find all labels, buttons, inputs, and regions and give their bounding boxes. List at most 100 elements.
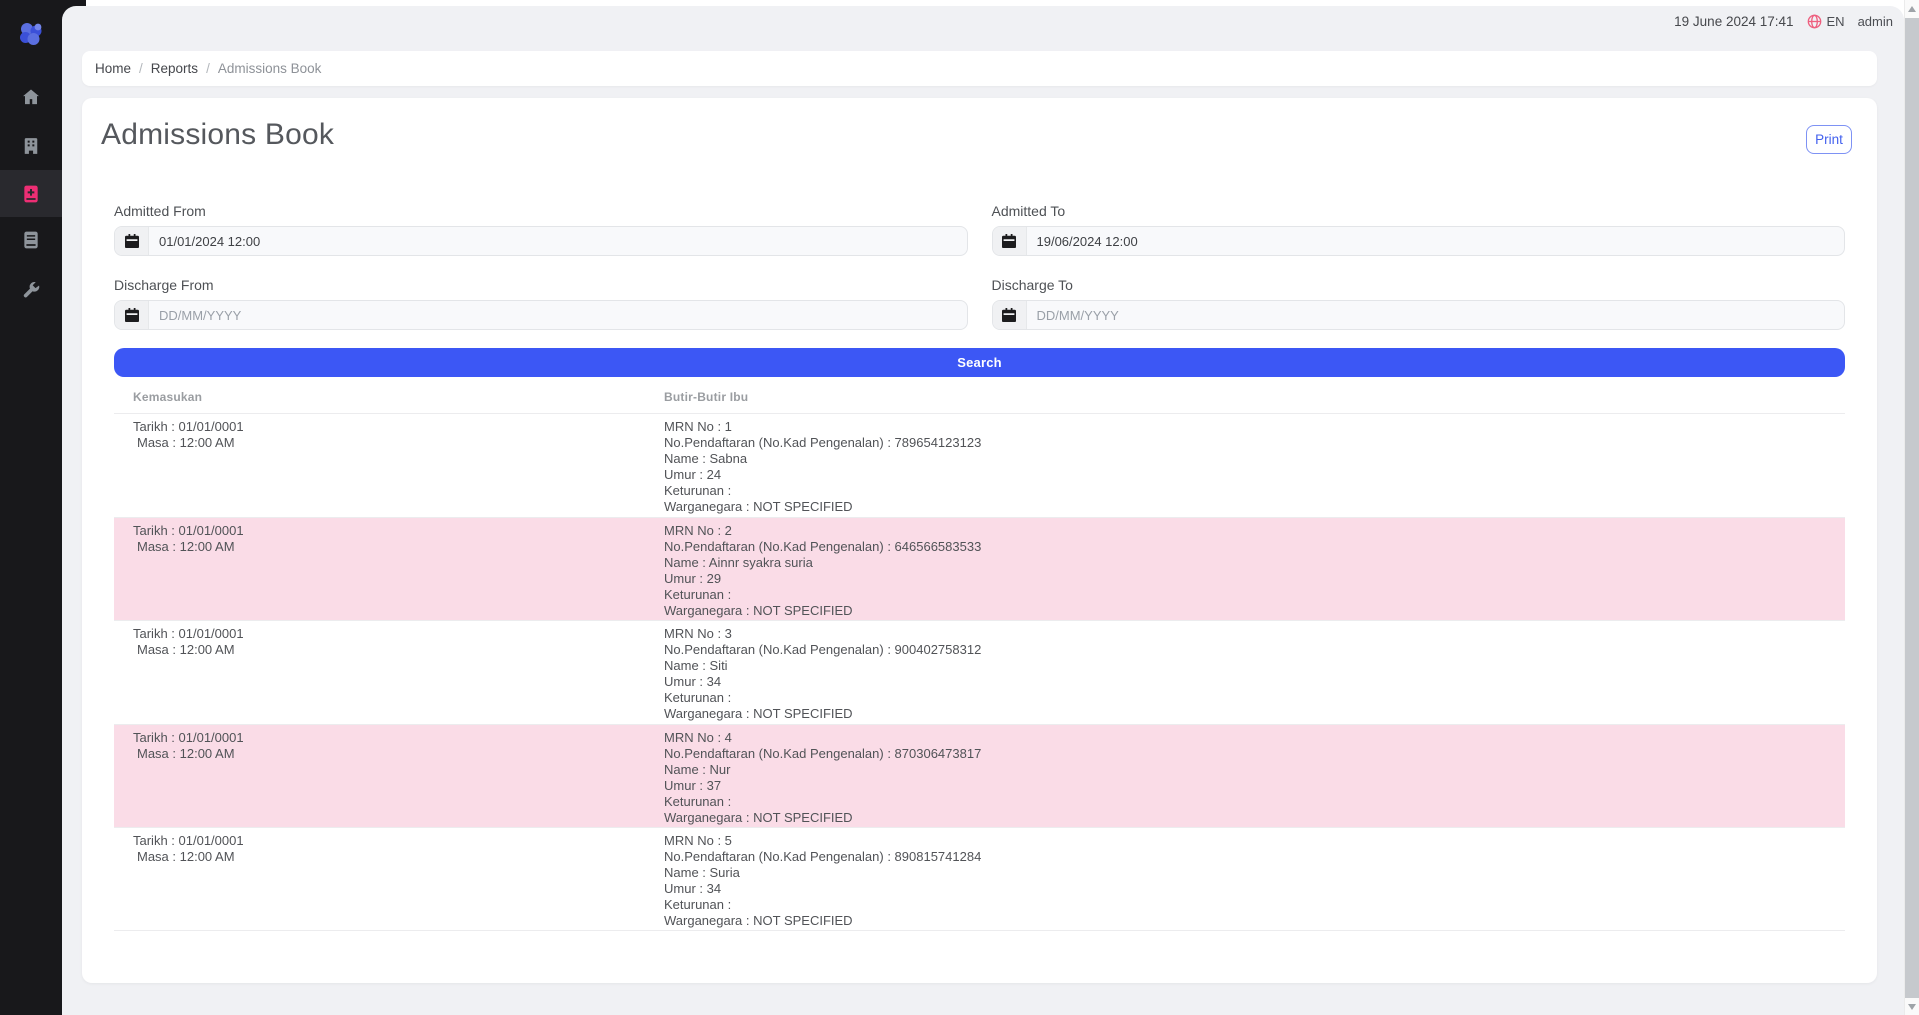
admitted-from-group xyxy=(114,226,968,256)
kemasukan-cell: Tarikh : 01/01/0001 Masa : 12:00 AM xyxy=(133,626,244,658)
main-panel: 19 June 2024 17:41 EN admin Home / Repor… xyxy=(62,6,1904,1015)
vertical-scrollbar[interactable] xyxy=(1904,0,1919,1015)
topbar: 19 June 2024 17:41 EN admin xyxy=(1674,8,1893,34)
mrn-text: MRN No : 3 xyxy=(664,626,981,642)
umur-text: Umur : 37 xyxy=(664,778,981,794)
calendar-icon[interactable] xyxy=(115,301,149,329)
name-text: Name : Ainnr syakra suria xyxy=(664,555,981,571)
breadcrumb-current: Admissions Book xyxy=(218,61,322,76)
home-icon xyxy=(21,87,41,107)
pendaftaran-text: No.Pendaftaran (No.Kad Pengenalan) : 789… xyxy=(664,435,981,451)
keturunan-text: Keturunan : xyxy=(664,690,981,706)
user-menu[interactable]: admin xyxy=(1858,14,1893,29)
ledger-icon xyxy=(21,230,41,250)
table-row: Tarikh : 01/01/0001 Masa : 12:00 AM MRN … xyxy=(114,620,1845,724)
admitted-to-group xyxy=(992,226,1846,256)
butir-cell: MRN No : 4 No.Pendaftaran (No.Kad Pengen… xyxy=(664,730,981,826)
admissions-book-icon xyxy=(21,184,41,204)
calendar-icon[interactable] xyxy=(115,227,149,255)
search-button[interactable]: Search xyxy=(114,348,1845,377)
name-text: Name : Sabna xyxy=(664,451,981,467)
umur-text: Umur : 34 xyxy=(664,881,981,897)
calendar-icon[interactable] xyxy=(993,301,1027,329)
sidebar xyxy=(0,0,62,1015)
umur-text: Umur : 29 xyxy=(664,571,981,587)
breadcrumb-separator: / xyxy=(139,61,143,76)
breadcrumb-separator: / xyxy=(206,61,210,76)
tarikh-text: Tarikh : 01/01/0001 xyxy=(133,626,244,642)
print-button[interactable]: Print xyxy=(1806,125,1852,154)
keturunan-text: Keturunan : xyxy=(664,483,981,499)
table-row: Tarikh : 01/01/0001 Masa : 12:00 AM MRN … xyxy=(114,413,1845,517)
pendaftaran-text: No.Pendaftaran (No.Kad Pengenalan) : 870… xyxy=(664,746,981,762)
discharge-from-input[interactable] xyxy=(149,301,967,329)
kemasukan-cell: Tarikh : 01/01/0001 Masa : 12:00 AM xyxy=(133,730,244,762)
keturunan-text: Keturunan : xyxy=(664,587,981,603)
butir-cell: MRN No : 1 No.Pendaftaran (No.Kad Pengen… xyxy=(664,419,981,515)
breadcrumb-home[interactable]: Home xyxy=(95,61,131,76)
umur-text: Umur : 24 xyxy=(664,467,981,483)
masa-text: Masa : 12:00 AM xyxy=(133,849,244,865)
mrn-text: MRN No : 5 xyxy=(664,833,981,849)
admitted-from-label: Admitted From xyxy=(114,203,206,219)
butir-cell: MRN No : 3 No.Pendaftaran (No.Kad Pengen… xyxy=(664,626,981,722)
hospital-icon xyxy=(21,136,41,156)
warganegara-text: Warganegara : NOT SPECIFIED xyxy=(664,706,981,722)
calendar-icon xyxy=(125,234,139,248)
wrench-icon xyxy=(21,280,41,300)
scroll-up-arrow-icon[interactable] xyxy=(1908,6,1916,12)
name-text: Name : Nur xyxy=(664,762,981,778)
kemasukan-cell: Tarikh : 01/01/0001 Masa : 12:00 AM xyxy=(133,419,244,451)
globe-icon xyxy=(1807,14,1822,29)
kemasukan-cell: Tarikh : 01/01/0001 Masa : 12:00 AM xyxy=(133,523,244,555)
name-text: Name : Suria xyxy=(664,865,981,881)
sidebar-item-records[interactable] xyxy=(0,218,62,262)
column-header-butir: Butir-Butir Ibu xyxy=(664,390,748,404)
admitted-to-label: Admitted To xyxy=(992,203,1066,219)
logo-flower-icon xyxy=(17,20,45,48)
discharge-to-input[interactable] xyxy=(1027,301,1845,329)
name-text: Name : Siti xyxy=(664,658,981,674)
breadcrumb-reports[interactable]: Reports xyxy=(151,61,198,76)
masa-text: Masa : 12:00 AM xyxy=(133,435,244,451)
sidebar-item-home[interactable] xyxy=(0,75,62,119)
warganegara-text: Warganegara : NOT SPECIFIED xyxy=(664,810,981,826)
page-title: Admissions Book xyxy=(101,118,334,152)
table-body: Tarikh : 01/01/0001 Masa : 12:00 AM MRN … xyxy=(114,413,1845,931)
keturunan-text: Keturunan : xyxy=(664,897,981,913)
table-row: Tarikh : 01/01/0001 Masa : 12:00 AM MRN … xyxy=(114,724,1845,828)
tarikh-text: Tarikh : 01/01/0001 xyxy=(133,419,244,435)
pendaftaran-text: No.Pendaftaran (No.Kad Pengenalan) : 890… xyxy=(664,849,981,865)
breadcrumb: Home / Reports / Admissions Book xyxy=(82,51,1877,86)
datetime-label: 19 June 2024 17:41 xyxy=(1674,14,1793,29)
language-switcher[interactable]: EN xyxy=(1807,14,1845,29)
mrn-text: MRN No : 4 xyxy=(664,730,981,746)
scroll-down-arrow-icon[interactable] xyxy=(1908,1004,1916,1010)
admitted-from-input[interactable] xyxy=(149,227,967,255)
pendaftaran-text: No.Pendaftaran (No.Kad Pengenalan) : 900… xyxy=(664,642,981,658)
warganegara-text: Warganegara : NOT SPECIFIED xyxy=(664,913,981,929)
table-row: Tarikh : 01/01/0001 Masa : 12:00 AM MRN … xyxy=(114,827,1845,931)
language-code: EN xyxy=(1827,14,1845,29)
masa-text: Masa : 12:00 AM xyxy=(133,746,244,762)
table-row: Tarikh : 01/01/0001 Masa : 12:00 AM MRN … xyxy=(114,517,1845,621)
sidebar-item-settings[interactable] xyxy=(0,268,62,312)
app-logo-icon[interactable] xyxy=(17,20,45,48)
admitted-to-input[interactable] xyxy=(1027,227,1845,255)
butir-cell: MRN No : 2 No.Pendaftaran (No.Kad Pengen… xyxy=(664,523,981,619)
discharge-to-label: Discharge To xyxy=(992,277,1073,293)
sidebar-item-hospital[interactable] xyxy=(0,124,62,168)
butir-cell: MRN No : 5 No.Pendaftaran (No.Kad Pengen… xyxy=(664,833,981,929)
tarikh-text: Tarikh : 01/01/0001 xyxy=(133,730,244,746)
tarikh-text: Tarikh : 01/01/0001 xyxy=(133,833,244,849)
calendar-icon[interactable] xyxy=(993,227,1027,255)
admissions-book-card: Admissions Book Print Admitted From Admi… xyxy=(82,98,1877,983)
kemasukan-cell: Tarikh : 01/01/0001 Masa : 12:00 AM xyxy=(133,833,244,865)
sidebar-item-admissions-book[interactable] xyxy=(0,170,62,217)
table-header: Kemasukan Butir-Butir Ibu xyxy=(114,386,1845,412)
keturunan-text: Keturunan : xyxy=(664,794,981,810)
tarikh-text: Tarikh : 01/01/0001 xyxy=(133,523,244,539)
umur-text: Umur : 34 xyxy=(664,674,981,690)
scrollbar-thumb[interactable] xyxy=(1905,18,1919,998)
calendar-icon xyxy=(125,308,139,322)
